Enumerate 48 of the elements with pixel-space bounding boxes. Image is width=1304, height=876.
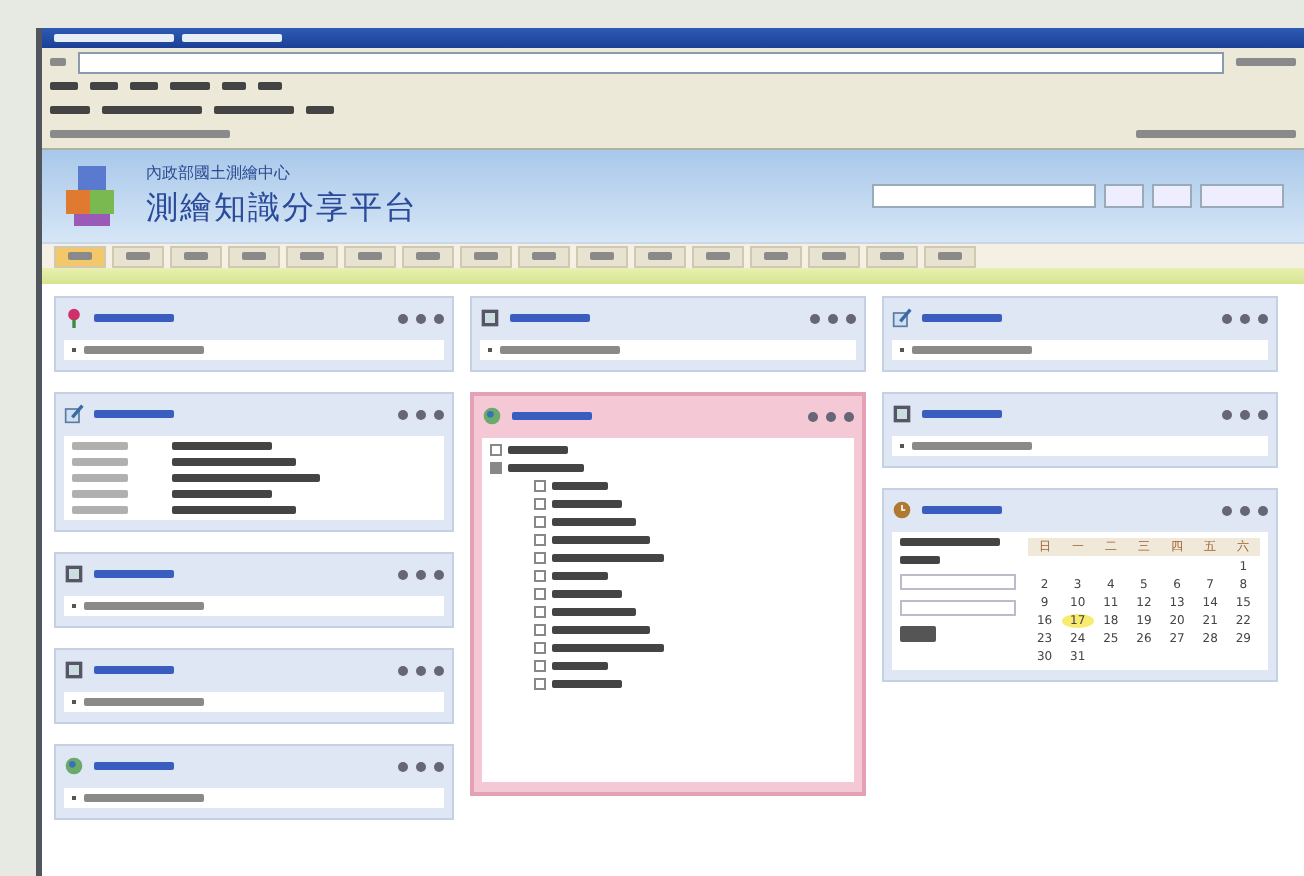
search-field[interactable] [872, 184, 1096, 208]
expander-icon[interactable] [534, 516, 546, 528]
expander-icon[interactable] [534, 534, 546, 546]
nav-tab[interactable] [460, 245, 512, 267]
expander-icon[interactable] [490, 444, 502, 456]
pencil-icon [64, 404, 84, 424]
expander-icon[interactable] [534, 588, 546, 600]
document-icon [64, 660, 84, 680]
nav-tab[interactable] [808, 245, 860, 267]
nav-tab[interactable] [634, 245, 686, 267]
expander-icon[interactable] [534, 660, 546, 672]
document-icon [892, 404, 912, 424]
expander-icon[interactable] [534, 570, 546, 582]
pencil-icon [892, 308, 912, 328]
search-button[interactable] [1104, 184, 1144, 208]
nav-tab[interactable] [344, 245, 396, 267]
nav-tab[interactable] [170, 245, 222, 267]
organization-name: 內政部國土測繪中心 [146, 162, 292, 184]
nav-tab[interactable] [228, 245, 280, 267]
expander-icon[interactable] [534, 480, 546, 492]
time-field[interactable] [900, 574, 1016, 590]
globe-icon [64, 756, 84, 776]
time-field[interactable] [900, 600, 1016, 616]
nav-tab[interactable] [924, 245, 976, 267]
document-icon [480, 308, 500, 328]
nav-tab[interactable] [750, 245, 802, 267]
document-icon [64, 564, 84, 584]
nav-tab[interactable] [576, 245, 628, 267]
nav-tab[interactable] [402, 245, 454, 267]
expander-icon[interactable] [534, 552, 546, 564]
expander-icon[interactable] [534, 606, 546, 618]
expander-icon[interactable] [534, 642, 546, 654]
address-field[interactable] [78, 51, 1224, 73]
expander-icon[interactable] [534, 624, 546, 636]
expander-icon[interactable] [534, 678, 546, 690]
nav-tab[interactable] [54, 245, 106, 267]
link-button[interactable] [1200, 184, 1284, 208]
nav-tab[interactable] [286, 245, 338, 267]
flower-icon [64, 308, 84, 328]
nav-tab[interactable] [112, 245, 164, 267]
advanced-button[interactable] [1152, 184, 1192, 208]
site-title: 測繪知識分享平台 [146, 188, 418, 230]
globe-icon [482, 406, 502, 426]
clock-icon [892, 500, 912, 520]
nav-tab[interactable] [692, 245, 744, 267]
nav-tab[interactable] [518, 245, 570, 267]
nav-tab[interactable] [866, 245, 918, 267]
expander-icon[interactable] [534, 498, 546, 510]
